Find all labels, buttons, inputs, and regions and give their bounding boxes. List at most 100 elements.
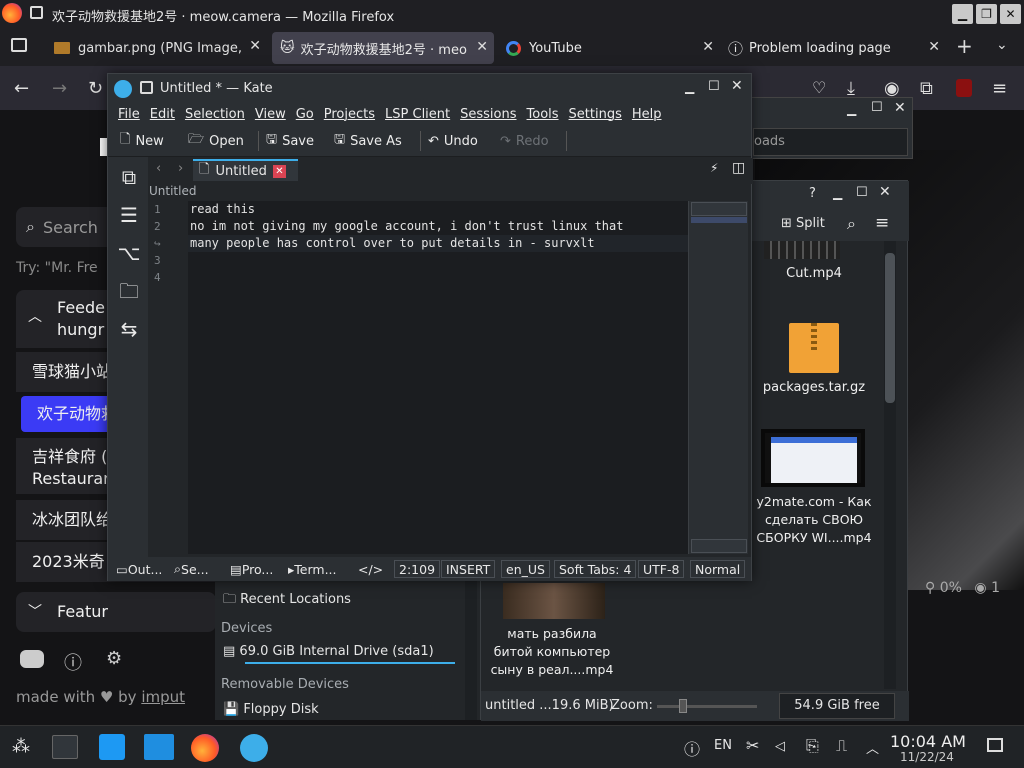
pocket-icon[interactable]: ♡ <box>812 78 826 97</box>
menu-sessions[interactable]: Sessions <box>460 107 516 122</box>
close-icon[interactable]: ✕ <box>702 39 714 55</box>
recent-locations[interactable]: 🗀 Recent Locations <box>223 590 351 612</box>
video-thumbnail-icon[interactable] <box>503 583 605 619</box>
maximize-button[interactable]: ☐ <box>871 100 883 115</box>
split-view-icon[interactable]: ◫ <box>732 160 745 176</box>
close-button[interactable]: ✕ <box>894 100 906 116</box>
close-icon[interactable]: ✕ <box>249 38 261 54</box>
back-icon[interactable]: ‹ <box>156 161 161 176</box>
file-manager-search[interactable]: oads <box>753 128 908 156</box>
quick-open-icon[interactable]: ⚡ <box>710 161 718 175</box>
clock-date[interactable]: 11/22/24 <box>900 750 954 764</box>
menu-view[interactable]: View <box>255 107 286 122</box>
new-button[interactable]: 🗋 New <box>120 130 164 152</box>
minimize-button[interactable]: ▁ <box>847 102 856 116</box>
document-tab[interactable]: 🗋 Untitled ✕ <box>193 159 298 181</box>
clipboard-icon[interactable]: ✂ <box>746 736 759 755</box>
encoding[interactable]: UTF-8 <box>638 560 685 578</box>
file-name[interactable]: Cut.mp4 <box>749 265 879 283</box>
close-button[interactable]: ✕ <box>731 78 743 94</box>
features-group-header[interactable]: ﹀ Featur <box>16 592 216 632</box>
menu-file[interactable]: File <box>118 107 140 122</box>
dolphin-folder-icon[interactable] <box>144 734 174 760</box>
menu-lsp-client[interactable]: LSP Client <box>385 107 450 122</box>
close-icon[interactable]: ✕ <box>928 39 940 55</box>
code-icon[interactable]: </> <box>358 561 383 577</box>
video-thumbnail-icon[interactable] <box>761 429 865 487</box>
split-button[interactable]: ⊞ Split <box>781 216 825 231</box>
tab-youtube[interactable]: YouTube ✕ <box>500 32 720 64</box>
extensions-icon[interactable]: ⧉ <box>920 78 933 99</box>
downloads-icon[interactable]: ⤓ <box>847 78 855 99</box>
text-editor[interactable]: 1 2 ↪ 3 4 read this no im not giving my … <box>148 201 748 554</box>
tab-list-icon[interactable] <box>11 38 27 52</box>
menu-help[interactable]: Help <box>632 107 662 122</box>
settings-gear-icon[interactable]: ⚙ <box>106 648 122 669</box>
menu-settings[interactable]: Settings <box>569 107 622 122</box>
network-icon[interactable]: ⎍ <box>836 736 847 756</box>
minimap-scrollbar[interactable] <box>688 201 748 554</box>
tab-problem-loading[interactable]: ⓘ Problem loading page ✕ <box>724 32 946 64</box>
menu-projects[interactable]: Projects <box>324 107 375 122</box>
tab-gambar[interactable]: gambar.png (PNG Image, ✕ <box>50 32 265 64</box>
scrollbar[interactable] <box>884 241 896 689</box>
file-icon-cut-video[interactable] <box>764 241 840 259</box>
archive-file-icon[interactable] <box>789 323 839 373</box>
save-as-button[interactable]: 🖫 Save As <box>334 130 402 152</box>
help-icon[interactable]: ? <box>809 186 816 201</box>
keyboard-layout[interactable]: EN <box>714 738 732 753</box>
search-panel-button[interactable]: ⌕ Se... <box>174 561 209 577</box>
reload-button[interactable]: ↻ <box>88 78 103 99</box>
save-button[interactable]: 🖫 Save <box>266 130 314 152</box>
symbol-list-icon[interactable]: ☰ <box>117 203 141 227</box>
output-panel-button[interactable]: ▭ Out... <box>116 561 162 577</box>
close-button[interactable]: ✕ <box>1000 4 1021 24</box>
floppy-disk[interactable]: 💾 Floppy Disk <box>223 702 319 717</box>
open-button[interactable]: 🗁 Open <box>188 130 244 152</box>
insert-mode[interactable]: INSERT <box>441 560 496 578</box>
forward-button[interactable]: → <box>52 78 67 99</box>
undo-button[interactable]: ↶ Undo <box>428 130 478 152</box>
cursor-position[interactable]: 2:109 <box>394 560 441 578</box>
filesystem-browser-icon[interactable]: 🗀 <box>117 279 141 303</box>
back-button[interactable]: ← <box>14 78 29 99</box>
ublock-icon[interactable] <box>956 79 972 97</box>
tab-meow-camera[interactable]: 🐱 欢子动物救援基地2号 · meo ✕ <box>272 32 494 64</box>
discord-icon[interactable] <box>20 650 44 668</box>
menu-go[interactable]: Go <box>296 107 314 122</box>
maximize-button[interactable]: ☐ <box>708 79 720 94</box>
minimize-button[interactable]: ▁ <box>685 80 694 94</box>
menu-edit[interactable]: Edit <box>150 107 175 122</box>
info-icon[interactable]: ⓘ <box>64 649 82 675</box>
kate-taskbar-icon[interactable] <box>240 734 268 762</box>
search-icon[interactable]: ⌕ <box>847 214 856 234</box>
account-icon[interactable]: ◉ <box>884 78 900 99</box>
terminal-panel-button[interactable]: ▸ Term... <box>288 561 337 577</box>
list-all-tabs-button[interactable]: ⌄ <box>996 37 1008 53</box>
menu-selection[interactable]: Selection <box>185 107 245 122</box>
project-icon[interactable]: ⇆ <box>117 317 141 341</box>
window-menu-icon[interactable] <box>30 6 43 19</box>
maximize-button[interactable]: ☐ <box>856 185 868 200</box>
input-mode[interactable]: Normal <box>690 560 746 578</box>
window-menu-icon[interactable] <box>140 81 153 94</box>
system-settings-icon[interactable] <box>52 735 78 759</box>
code-area[interactable]: read this no im not giving my google acc… <box>188 201 688 286</box>
app-menu-icon[interactable]: ≡ <box>992 78 1007 99</box>
usb-device-icon[interactable]: ⎘ <box>806 736 819 756</box>
info-tray-icon[interactable]: ⓘ <box>684 736 700 760</box>
imput-link[interactable]: imput <box>141 688 185 706</box>
volume-icon[interactable]: ◁ <box>775 739 785 754</box>
documents-icon[interactable]: ⧉ <box>117 165 141 189</box>
file-name[interactable]: packages.tar.gz <box>749 379 879 397</box>
show-desktop-icon[interactable] <box>987 738 1003 752</box>
git-icon[interactable]: ⌥ <box>117 241 141 265</box>
menu-tools[interactable]: Tools <box>527 107 559 122</box>
discover-store-icon[interactable] <box>99 734 125 760</box>
close-icon[interactable]: ✕ <box>476 39 488 55</box>
close-button[interactable]: ✕ <box>879 184 891 200</box>
file-name[interactable]: мать разбила битой компьютер сыну в реал… <box>487 625 617 679</box>
redo-button[interactable]: ↷ Redo <box>500 130 549 152</box>
projects-panel-button[interactable]: ▤ Pro... <box>230 561 273 577</box>
firefox-taskbar-icon[interactable] <box>191 734 219 762</box>
